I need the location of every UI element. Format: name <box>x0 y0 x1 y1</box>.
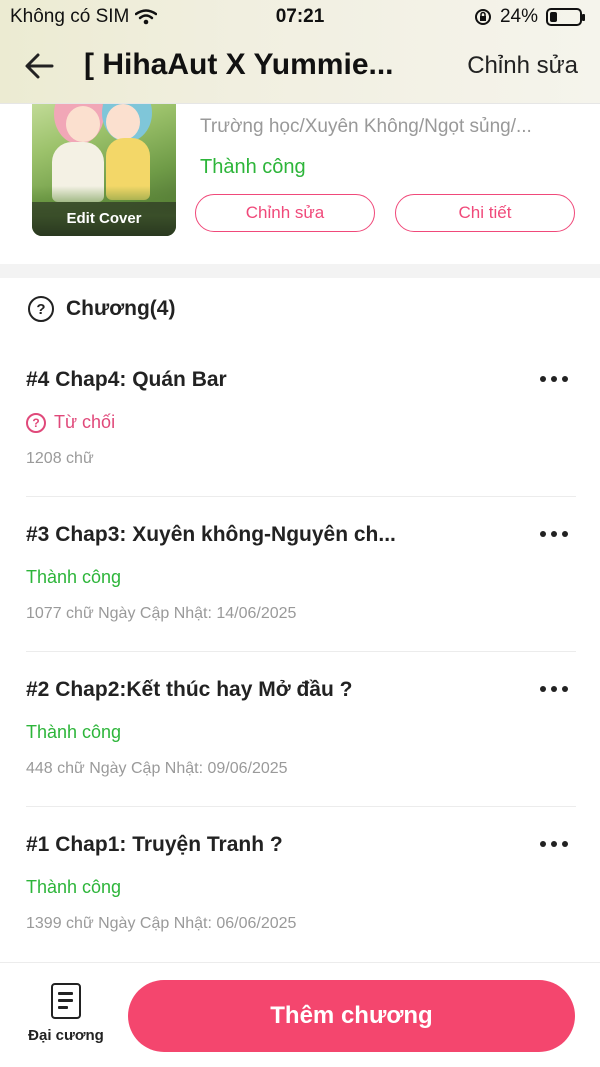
more-options-icon[interactable] <box>540 839 576 849</box>
chapter-title: #2 Chap2:Kết thúc hay Mở đầu ? <box>26 678 353 701</box>
chapter-status: ? Từ chối <box>26 412 115 433</box>
chapter-status: Thành công <box>26 722 121 743</box>
status-right: 24% <box>474 6 585 28</box>
chapter-meta: 1077 chữ Ngày Cập Nhật: 14/06/2025 <box>26 605 297 622</box>
chapter-meta: 448 chữ Ngày Cập Nhật: 09/06/2025 <box>26 760 288 777</box>
book-status: Thành công <box>200 156 306 178</box>
more-options-icon[interactable] <box>540 684 576 694</box>
book-detail-button[interactable]: Chi tiết <box>395 194 575 232</box>
bottom-bar: Đại cương Thêm chương <box>0 962 600 1067</box>
chapter-status: Thành công <box>26 877 121 898</box>
section-divider <box>0 264 600 278</box>
chapter-status-label: Thành công <box>26 877 122 897</box>
chapter-title: #3 Chap3: Xuyên không-Nguyên ch... <box>26 523 396 546</box>
top-bar: Không có SIM 07:21 24% [ HihaAut X Yummi… <box>0 0 600 104</box>
chapter-item[interactable]: #4 Chap4: Quán Bar ? Từ chối 1208 chữ <box>0 342 600 497</box>
rotation-lock-icon <box>474 9 491 25</box>
battery-fill <box>550 12 557 22</box>
more-options-icon[interactable] <box>540 374 576 384</box>
back-arrow-icon[interactable] <box>22 48 58 84</box>
chapter-title: #4 Chap4: Quán Bar <box>26 368 227 391</box>
outline-button[interactable]: Đại cương <box>20 983 112 1044</box>
chapter-status-label: Từ chối <box>54 412 116 432</box>
edit-book-button[interactable]: Chỉnh sửa <box>195 194 375 232</box>
chapters-heading: ? Chương(4) <box>28 296 175 322</box>
chapters-count-label: Chương(4) <box>66 297 176 320</box>
book-info: Edit Cover Trường học/Xuyên Không/Ngọt s… <box>0 84 600 264</box>
add-chapter-button[interactable]: Thêm chương <box>128 980 575 1052</box>
book-tags: Trường học/Xuyên Không/Ngọt sủng/... <box>200 116 532 137</box>
chapter-title: #1 Chap1: Truyện Tranh ? <box>26 833 283 856</box>
page-title: [ HihaAut X Yummie... <box>84 48 394 81</box>
cover-art-face <box>106 104 140 140</box>
help-icon[interactable]: ? <box>28 296 54 322</box>
chapter-status: Thành công <box>26 567 121 588</box>
cover-art-face <box>66 106 100 142</box>
book-cover[interactable]: Edit Cover <box>32 84 176 236</box>
chapter-meta: 1208 chữ <box>26 450 94 467</box>
battery-percent: 24% <box>499 6 538 27</box>
edit-cover-button[interactable]: Edit Cover <box>32 202 176 236</box>
status-bar: Không có SIM 07:21 24% <box>0 0 600 34</box>
edit-story-button[interactable]: Chỉnh sửa <box>467 52 578 80</box>
chapter-item[interactable]: #1 Chap1: Truyện Tranh ? Thành công 1399… <box>0 807 600 962</box>
chapter-status-label: Thành công <box>26 567 122 587</box>
outline-label: Đại cương <box>28 1027 104 1044</box>
reject-help-icon[interactable]: ? <box>26 412 46 433</box>
battery-icon <box>546 8 585 26</box>
header: [ HihaAut X Yummie... Chỉnh sửa <box>0 34 600 104</box>
chapter-meta: 1399 chữ Ngày Cập Nhật: 06/06/2025 <box>26 915 297 932</box>
chapter-status-label: Thành công <box>26 722 122 742</box>
chapter-item[interactable]: #2 Chap2:Kết thúc hay Mở đầu ? Thành côn… <box>0 652 600 807</box>
more-options-icon[interactable] <box>540 529 576 539</box>
document-icon <box>51 983 81 1019</box>
chapter-item[interactable]: #3 Chap3: Xuyên không-Nguyên ch... Thành… <box>0 497 600 652</box>
